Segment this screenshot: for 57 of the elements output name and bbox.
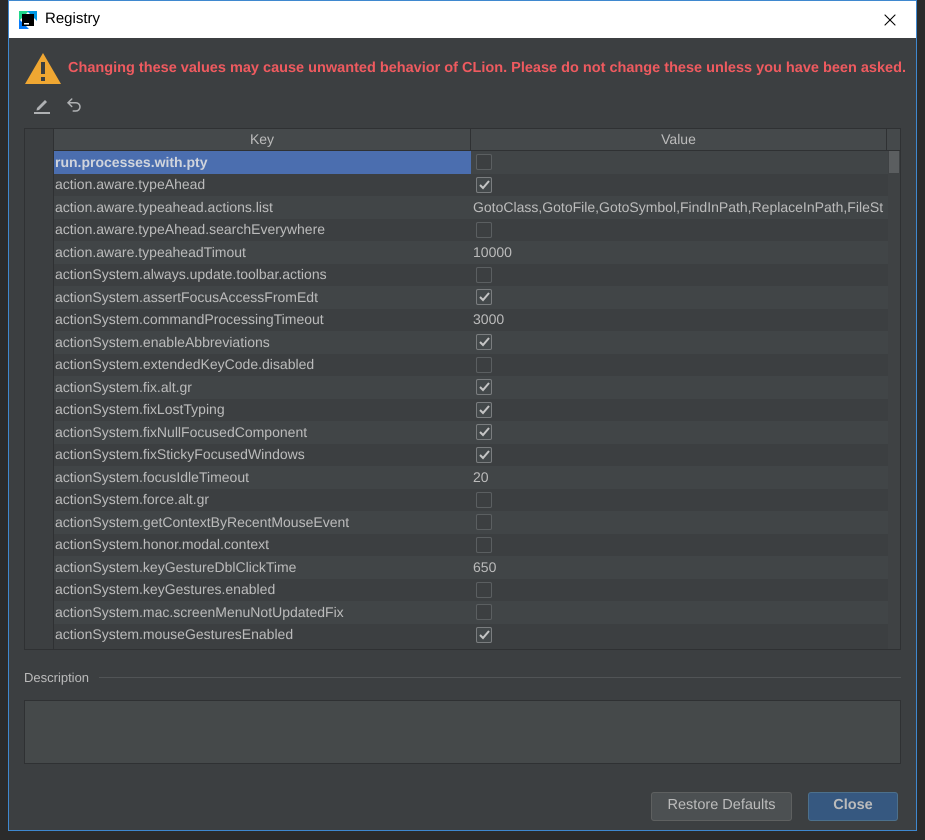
table-row-key[interactable]: actionSystem.keyGestures.enabled xyxy=(54,578,471,601)
table-row-key[interactable]: actionSystem.honor.modal.context xyxy=(54,534,471,556)
warning-message: Changing these values may cause unwanted behavior of CLion. Please do not change these unless you have been asked. xyxy=(68,58,906,78)
checkbox[interactable] xyxy=(476,492,492,508)
checkbox[interactable] xyxy=(476,514,492,530)
window-title: Registry xyxy=(45,9,100,30)
check-icon xyxy=(478,337,490,348)
table-row-key[interactable]: action.aware.typeAhead.searchEverywhere xyxy=(54,218,471,241)
close-button[interactable]: Close xyxy=(808,792,898,820)
check-icon xyxy=(478,450,490,460)
table-cell-text: 3000 xyxy=(472,310,504,330)
table-row-key[interactable]: run.processes.with.pty xyxy=(54,151,471,174)
check-icon xyxy=(478,180,490,190)
checkbox[interactable] xyxy=(476,424,492,440)
table-row-key[interactable]: actionSystem.fixStickyFocusedWindows xyxy=(54,444,471,466)
table-row-key[interactable]: actionSystem.always.update.toolbar.actions xyxy=(54,264,471,286)
table-cell-text: GotoClass,GotoFile,GotoSymbol,FindInPath,ReplaceInPath,FileSt xyxy=(472,198,884,217)
column-header[interactable]: Value xyxy=(471,129,887,150)
restore-defaults-button[interactable]: Restore Defaults xyxy=(651,792,792,820)
table-row-key[interactable]: action.aware.typeahead.actions.list xyxy=(54,196,471,218)
column-header[interactable]: Key xyxy=(54,129,471,150)
checkbox[interactable] xyxy=(476,176,492,193)
checkbox[interactable] xyxy=(476,154,492,170)
checkbox[interactable] xyxy=(476,402,492,418)
checkbox[interactable] xyxy=(476,266,492,283)
scrollbar-thumb[interactable] xyxy=(889,151,899,173)
checkbox[interactable] xyxy=(476,536,492,553)
check-icon xyxy=(478,292,490,302)
table-row-key[interactable]: actionSystem.fixLostTyping xyxy=(54,398,471,421)
table-row-key[interactable]: actionSystem.mouseGesturesEnabled xyxy=(54,624,471,646)
table-row-key[interactable]: actionSystem.commandProcessingTimeout xyxy=(54,308,471,331)
table-cell-text: 20 xyxy=(472,468,489,487)
undo-icon[interactable] xyxy=(65,96,83,114)
app-logo-icon xyxy=(19,10,37,28)
table-row-key[interactable]: actionSystem.force.alt.gr xyxy=(54,488,471,511)
check-icon xyxy=(478,382,490,392)
check-icon xyxy=(478,630,490,640)
checkbox[interactable] xyxy=(476,222,492,238)
checkbox[interactable] xyxy=(476,446,492,463)
checkbox[interactable] xyxy=(476,334,492,350)
table-row-key[interactable]: action.aware.typeAhead xyxy=(54,174,471,196)
table-row-key[interactable]: actionSystem.keyGestureDblClickTime xyxy=(54,556,471,578)
table-row-key[interactable]: actionSystem.extendedKeyCode.disabled xyxy=(54,354,471,376)
checkbox[interactable] xyxy=(476,379,492,396)
table-cell-text: 10000 xyxy=(472,242,512,262)
checkbox[interactable] xyxy=(476,582,492,598)
checkbox[interactable] xyxy=(476,356,492,373)
checkbox[interactable] xyxy=(476,604,492,620)
table-row-key[interactable]: actionSystem.focusIdleTimeout xyxy=(54,466,471,488)
warning-icon xyxy=(24,52,62,85)
checkbox[interactable] xyxy=(476,626,492,643)
check-icon xyxy=(478,427,490,438)
checkbox[interactable] xyxy=(476,289,492,306)
table-cell-text: 650 xyxy=(472,558,496,577)
check-icon xyxy=(478,404,490,415)
description-label: Description xyxy=(24,669,90,687)
table-row-key[interactable]: action.aware.typeaheadTimout xyxy=(54,241,471,264)
